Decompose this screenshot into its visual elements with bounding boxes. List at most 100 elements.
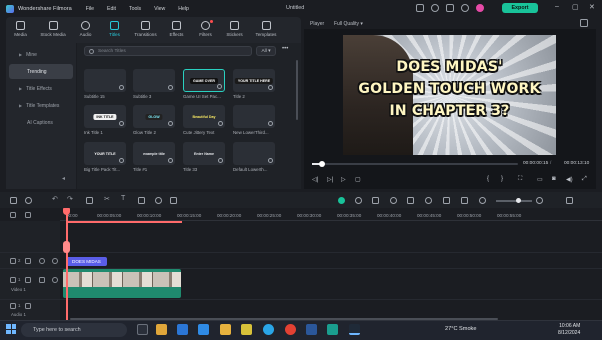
title-template-thumbnail[interactable]: example title [133, 142, 175, 165]
chrome-icon[interactable] [285, 324, 296, 335]
title-template-thumbnail[interactable]: GLOW [133, 105, 175, 128]
eye-icon[interactable] [52, 258, 58, 264]
download-icon[interactable] [218, 158, 223, 163]
video-clip[interactable] [63, 269, 181, 298]
menu-tools[interactable]: Tools [129, 6, 141, 12]
playhead-handle[interactable] [63, 208, 70, 215]
more-tools-icon[interactable] [170, 197, 177, 204]
file-explorer-icon[interactable] [156, 324, 167, 335]
word-icon[interactable] [306, 324, 317, 335]
menu-view[interactable]: View [154, 6, 165, 12]
tab-media[interactable]: Media [6, 17, 35, 43]
filmora-taskbar-icon[interactable] [349, 324, 360, 335]
zoom-in-icon[interactable] [536, 197, 543, 204]
eye-icon[interactable] [52, 277, 58, 283]
title-template-thumbnail[interactable]: Beautiful Day [183, 105, 225, 128]
fullscreen-icon[interactable]: ⛶ [518, 176, 522, 183]
more-options-icon[interactable]: ••• [282, 46, 288, 52]
cut-icon[interactable]: ✂ [104, 195, 111, 203]
menu-file[interactable]: File [86, 6, 94, 12]
download-icon[interactable] [168, 85, 173, 90]
expand-icon[interactable]: ⤢ [582, 176, 587, 183]
screen-icon[interactable]: ▭ [537, 176, 543, 183]
title-template-thumbnail[interactable]: Enter Name [183, 142, 225, 165]
tab-effects[interactable]: Effects [162, 17, 191, 43]
collapse-sidebar-icon[interactable]: ◂ [62, 175, 65, 182]
app-icon[interactable] [327, 324, 338, 335]
playback-progress-bar[interactable] [312, 161, 518, 167]
download-icon[interactable] [217, 84, 222, 89]
layout-grid-icon[interactable] [10, 197, 17, 204]
screen-record-icon[interactable] [461, 197, 468, 204]
mail-icon[interactable] [198, 324, 209, 335]
work-range-bar[interactable] [66, 221, 182, 223]
menu-help[interactable]: Help [178, 6, 189, 12]
add-track-icon[interactable] [10, 212, 16, 218]
search-input[interactable]: Search Titles [84, 46, 252, 56]
edge-icon[interactable] [263, 324, 274, 335]
weather-status[interactable]: 27°C Smoke [445, 326, 476, 332]
playhead[interactable] [66, 210, 68, 322]
magnet-icon[interactable] [25, 197, 32, 204]
filter-dropdown[interactable]: All ▾ [256, 46, 276, 56]
volume-icon[interactable]: ◀) [566, 176, 573, 183]
close-icon[interactable]: ✕ [589, 3, 595, 11]
title-template-thumbnail[interactable]: YOUR TITLE [84, 142, 126, 165]
video-preview[interactable]: DOES MIDAS' GOLDEN TOUCH WORK IN CHAPTER… [343, 35, 556, 155]
taskbar-search-input[interactable]: Type here to search [21, 323, 127, 337]
tab-audio[interactable]: Audio [71, 17, 100, 43]
snapshot-icon[interactable] [580, 19, 588, 27]
subtitle-icon[interactable] [443, 197, 450, 204]
tab-titles[interactable]: Titles [100, 17, 129, 43]
download-icon[interactable] [268, 158, 273, 163]
download-icon[interactable] [168, 158, 173, 163]
sidebar-item-title-templates[interactable]: ▶ Title Templates [9, 98, 73, 113]
timeline-settings-icon[interactable] [566, 197, 573, 204]
notifications-icon[interactable] [461, 4, 469, 12]
download-icon[interactable] [268, 121, 273, 126]
lock-icon[interactable] [25, 258, 31, 264]
title-template-thumbnail[interactable] [133, 69, 175, 92]
avatar[interactable] [476, 4, 484, 12]
maximize-icon[interactable]: ▢ [572, 3, 579, 11]
step-back-icon[interactable]: ▷| [327, 176, 333, 183]
cloud-icon[interactable] [446, 4, 454, 12]
zoom-out-icon[interactable] [479, 197, 486, 204]
audio-stretch-icon[interactable] [355, 197, 362, 204]
crop-icon[interactable] [138, 197, 145, 204]
zoom-slider[interactable] [496, 198, 532, 203]
menu-edit[interactable]: Edit [107, 6, 116, 12]
store-icon[interactable] [177, 324, 188, 335]
sidebar-item-ai-captions[interactable]: AI Captions [9, 115, 73, 130]
tab-filters[interactable]: Filters [191, 17, 220, 43]
play-icon[interactable]: ▷ [341, 176, 346, 183]
zoom-knob[interactable] [516, 198, 521, 203]
undo-icon[interactable]: ↶ [52, 195, 59, 203]
mute-icon[interactable] [39, 277, 45, 283]
voiceover-icon[interactable] [407, 197, 414, 204]
lock-icon[interactable] [25, 303, 31, 309]
sidebar-item-trending[interactable]: Trending [9, 64, 73, 79]
lock-icon[interactable] [25, 277, 31, 283]
mark-in-icon[interactable]: { [487, 176, 489, 182]
camera-icon[interactable]: ◙ [552, 176, 556, 182]
stop-icon[interactable]: ▢ [355, 176, 361, 183]
tab-templates[interactable]: Templates [249, 17, 283, 43]
download-icon[interactable] [119, 85, 124, 90]
text-icon[interactable]: T [121, 195, 128, 202]
sticky-notes-icon[interactable] [241, 324, 252, 335]
mark-out-icon[interactable]: } [501, 176, 503, 182]
title-template-thumbnail[interactable] [233, 105, 275, 128]
marker-icon[interactable] [425, 197, 432, 204]
minimize-icon[interactable]: – [555, 3, 559, 10]
quality-dropdown[interactable]: Full Quality ▾ [334, 21, 363, 27]
microphone-icon[interactable] [390, 197, 397, 204]
grid-scrollbar[interactable] [296, 60, 298, 120]
tab-stock-media[interactable]: Stock Media [35, 17, 71, 43]
playhead-marker[interactable] [63, 241, 70, 253]
layout-icon[interactable] [416, 4, 424, 12]
redo-icon[interactable]: ↷ [67, 195, 74, 203]
eye-icon[interactable] [39, 258, 45, 264]
task-view-icon[interactable] [137, 324, 148, 335]
render-icon[interactable] [338, 197, 345, 204]
